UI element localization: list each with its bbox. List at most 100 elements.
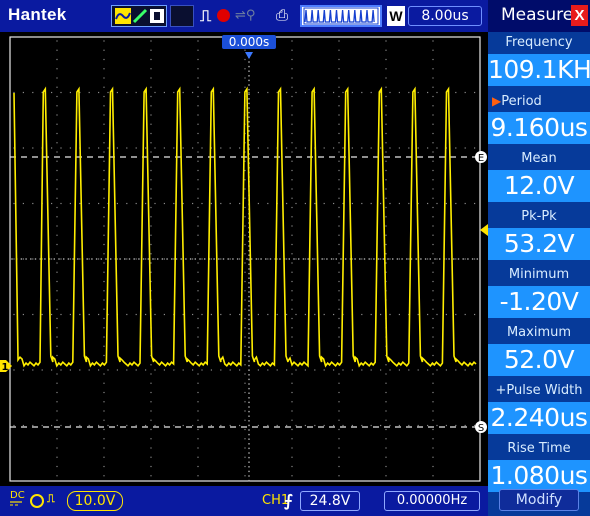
grid-dot: [229, 147, 231, 149]
center-axis-dot: [248, 295, 250, 298]
grid-dot: [22, 369, 24, 371]
center-axis-dot: [392, 258, 394, 260]
grid-dot: [432, 179, 434, 181]
grid-dot: [60, 202, 62, 205]
grid-dot: [445, 313, 447, 316]
grid-dot: [150, 142, 152, 144]
measure-label-4[interactable]: Minimum: [488, 264, 590, 286]
grid-dot: [192, 424, 194, 427]
memory-overview[interactable]: [300, 5, 382, 27]
grid-dot: [338, 327, 340, 329]
center-axis-dot: [248, 456, 250, 459]
grid-dot: [432, 151, 434, 153]
grid-dot: [244, 58, 246, 61]
grid-dot: [116, 424, 118, 427]
grid-dot: [126, 91, 128, 94]
trigger-level-readout[interactable]: 24.8V: [300, 491, 360, 511]
grid-dot: [432, 262, 434, 264]
center-axis-dot: [166, 258, 168, 260]
center-axis-dot: [406, 258, 408, 260]
grid-dot: [304, 202, 306, 205]
ch1-trace: [13, 86, 477, 368]
grid-dot: [385, 77, 387, 79]
center-axis-dot: [415, 258, 417, 260]
bandwidth-limit-icon[interactable]: ⎍: [47, 492, 55, 506]
center-axis-dot: [248, 374, 250, 376]
center-axis-dot: [105, 258, 107, 260]
grid-dot: [432, 216, 434, 218]
waveform-display[interactable]: E S 1 0.000s: [0, 32, 488, 486]
grid-dot: [385, 114, 387, 116]
grid-dot: [291, 428, 293, 431]
grid-dot: [385, 475, 387, 477]
grid-dot: [197, 132, 199, 135]
grid-dot: [88, 424, 90, 427]
measure-label-7[interactable]: Rise Time: [488, 438, 590, 460]
record-icon[interactable]: [217, 9, 230, 22]
grid-dot: [432, 280, 434, 283]
printer-icon[interactable]: ⎙: [276, 6, 288, 24]
measure-value-5: 52.0V: [488, 344, 590, 376]
grid-dot: [197, 58, 199, 61]
center-axis-dot: [248, 84, 250, 86]
center-axis-dot: [248, 102, 250, 105]
grid-dot: [432, 336, 434, 338]
grid-dot: [126, 258, 128, 260]
coupling-icon[interactable]: DC: [10, 490, 25, 507]
grid-dot: [474, 91, 476, 94]
measure-label-6[interactable]: +Pulse Width: [488, 380, 590, 402]
grid-dot: [432, 419, 434, 421]
measure-label-2[interactable]: Mean: [488, 148, 590, 170]
measure-label-5[interactable]: Maximum: [488, 322, 590, 344]
center-axis-dot: [248, 88, 250, 91]
modify-button[interactable]: Modify: [499, 489, 579, 511]
grid-dot: [79, 313, 81, 316]
grid-dot: [244, 253, 246, 255]
grid-dot: [201, 313, 203, 316]
grid-dot: [244, 280, 246, 283]
grid-dot: [432, 401, 434, 403]
grid-dot: [291, 456, 293, 458]
measure-label-1[interactable]: ▶Period: [488, 90, 590, 112]
grid-dot: [286, 147, 288, 149]
grid-dot: [338, 86, 340, 88]
grid-dot: [163, 91, 165, 94]
grid-dot: [304, 91, 306, 94]
math-mode-selector[interactable]: [111, 5, 167, 27]
grid-dot: [56, 114, 58, 116]
grid-dot: [60, 424, 62, 427]
probe-icon[interactable]: [30, 494, 44, 508]
measure-label-text: Pk-Pk: [521, 209, 557, 224]
measure-label-3[interactable]: Pk-Pk: [488, 206, 590, 228]
waveform-badge: W: [387, 6, 405, 26]
grid-dot: [338, 151, 340, 153]
grid-dot: [197, 160, 199, 162]
grid-dot: [150, 49, 152, 51]
timebase-readout[interactable]: 8.00us: [408, 6, 482, 26]
grid-dot: [291, 179, 293, 181]
close-button[interactable]: X: [571, 5, 588, 26]
measure-label-0[interactable]: Frequency: [488, 32, 590, 54]
grid-dot: [103, 475, 105, 477]
grid-dot: [323, 202, 325, 205]
center-axis-dot: [248, 263, 250, 266]
grid-dot: [398, 91, 400, 94]
grid-dot: [56, 271, 58, 273]
grid-dot: [244, 77, 246, 79]
grid-dot: [338, 40, 340, 42]
grid-dot: [338, 197, 340, 199]
center-axis-dot: [345, 258, 347, 260]
grid-dot: [103, 336, 105, 338]
grid-dot: [291, 49, 293, 51]
grid-dot: [197, 243, 199, 246]
grid-dot: [163, 147, 165, 149]
grid-dot: [56, 428, 58, 431]
center-axis-dot: [279, 258, 281, 260]
grid-dot: [51, 258, 53, 260]
grid-dot: [22, 424, 24, 427]
grid-dot: [323, 369, 325, 371]
ch1-volts-per-div[interactable]: 10.0V: [67, 491, 123, 511]
grid-dot: [385, 234, 387, 236]
grid-dot: [333, 147, 335, 149]
grid-dot: [342, 424, 344, 427]
